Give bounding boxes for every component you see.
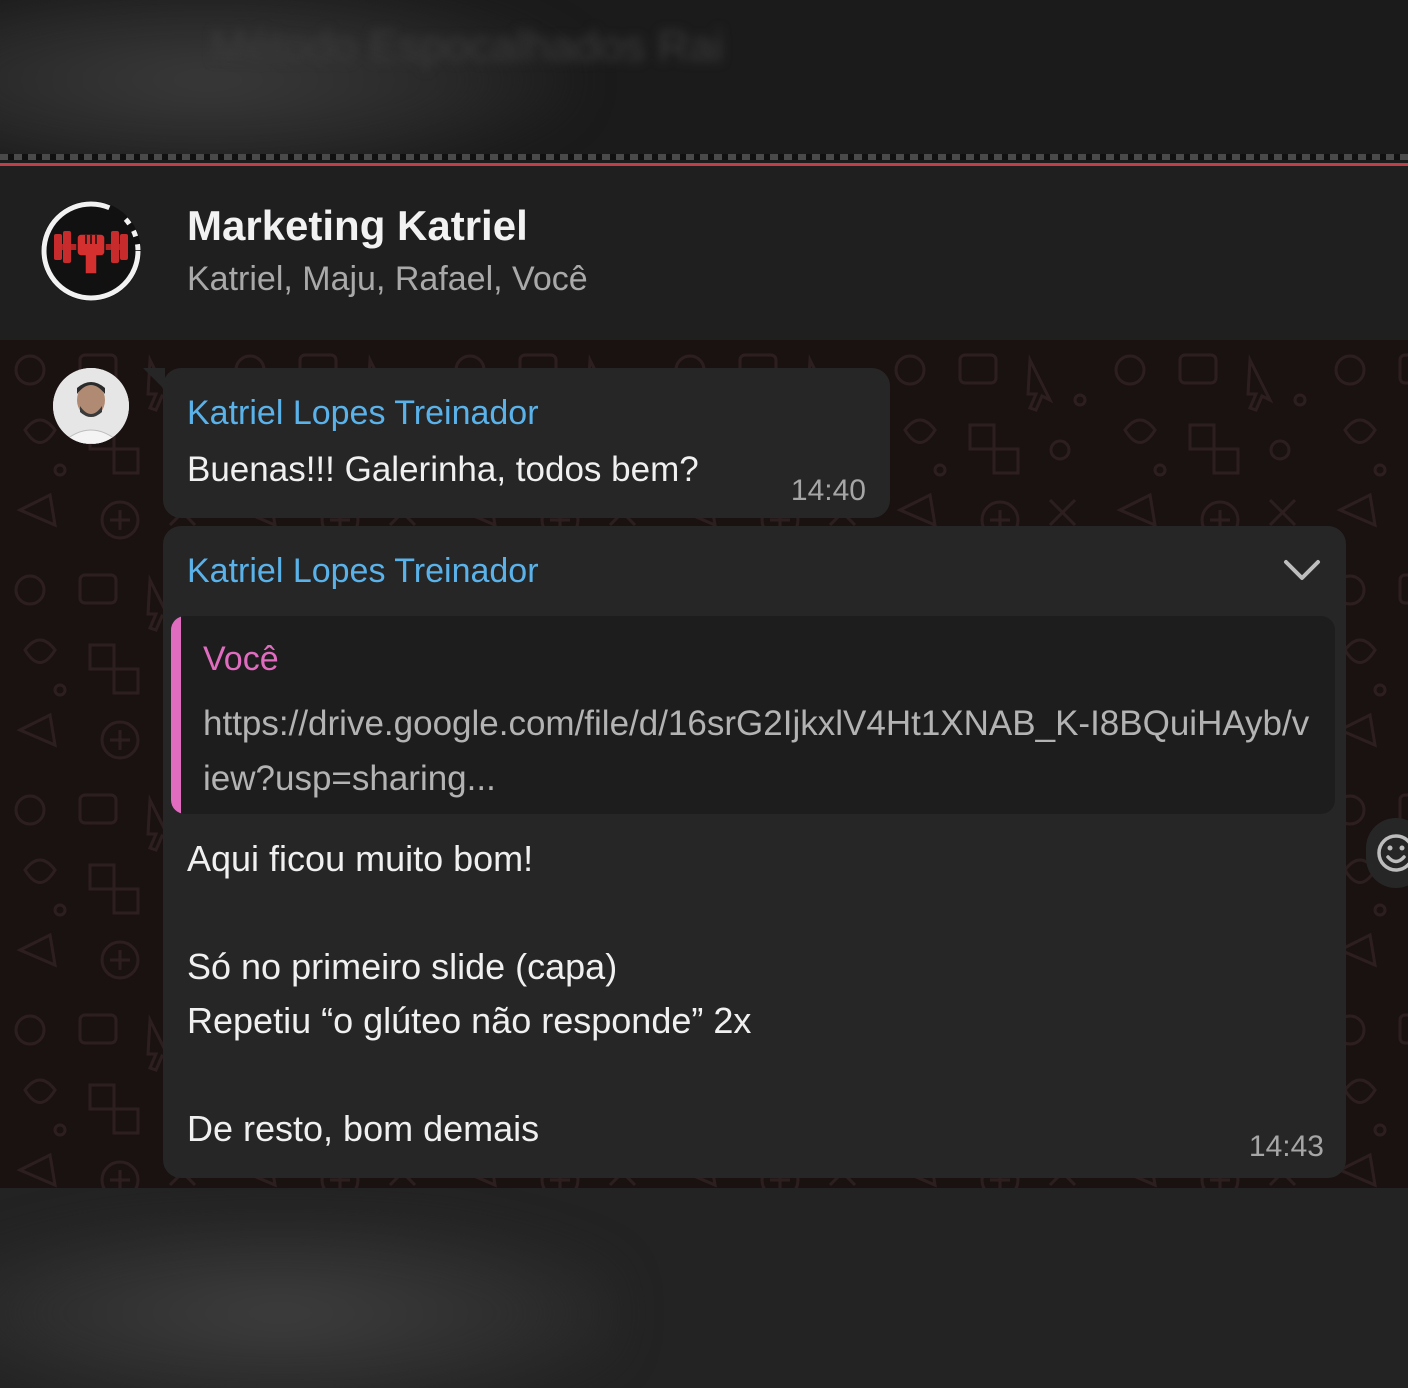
blurred-window-bottom — [0, 1188, 1408, 1388]
message-list[interactable]: Katriel Lopes Treinador Buenas!!! Galeri… — [0, 340, 1408, 1188]
message-bubble[interactable]: Katriel Lopes Treinador Buenas!!! Galeri… — [143, 368, 890, 518]
quote-text: https://drive.google.com/file/d/16srG2Ij… — [203, 704, 1310, 798]
message-line: Só no primeiro slide (capa) — [187, 946, 618, 987]
chat-title: Marketing Katriel — [187, 202, 528, 249]
blurred-window-title: Método Espocalhados Rai — [210, 22, 724, 71]
bubble-tail — [143, 368, 165, 390]
message-line: Aqui ficou muito bom! — [187, 838, 534, 879]
message-line: Repetiu “o glúteo não responde” 2x — [187, 1000, 752, 1041]
quote-author: Você — [203, 640, 279, 678]
message-text: Buenas!!! Galerinha, todos bem? — [187, 450, 699, 489]
message-time: 14:40 — [790, 474, 866, 507]
message-line: De resto, bom demais — [187, 1108, 540, 1149]
chat-members: Katriel, Maju, Rafael, Você — [187, 260, 588, 298]
message-time: 14:43 — [1248, 1130, 1324, 1163]
sender-name[interactable]: Katriel Lopes Treinador — [187, 552, 539, 591]
message-bubble[interactable]: Katriel Lopes Treinador Você https://dri… — [163, 526, 1346, 1178]
sender-avatar[interactable] — [53, 368, 129, 444]
chat-header[interactable]: Marketing Katriel Katriel, Maju, Rafael,… — [0, 166, 1408, 340]
chevron-down-icon[interactable] — [1280, 552, 1324, 588]
emoji-smile-icon — [1377, 834, 1408, 872]
blurred-window-top: Método Espocalhados Rai — [0, 0, 1408, 158]
person-photo-icon — [53, 368, 129, 444]
dumbbell-fist-logo-icon[interactable] — [38, 198, 144, 304]
blurred-shape — [0, 1218, 620, 1388]
reaction-button[interactable] — [1366, 818, 1408, 888]
quoted-message[interactable]: Você https://drive.google.com/file/d/16s… — [171, 616, 1335, 814]
dashed-divider — [0, 154, 1408, 160]
sender-name[interactable]: Katriel Lopes Treinador — [187, 394, 539, 433]
quote-bar — [171, 616, 181, 814]
